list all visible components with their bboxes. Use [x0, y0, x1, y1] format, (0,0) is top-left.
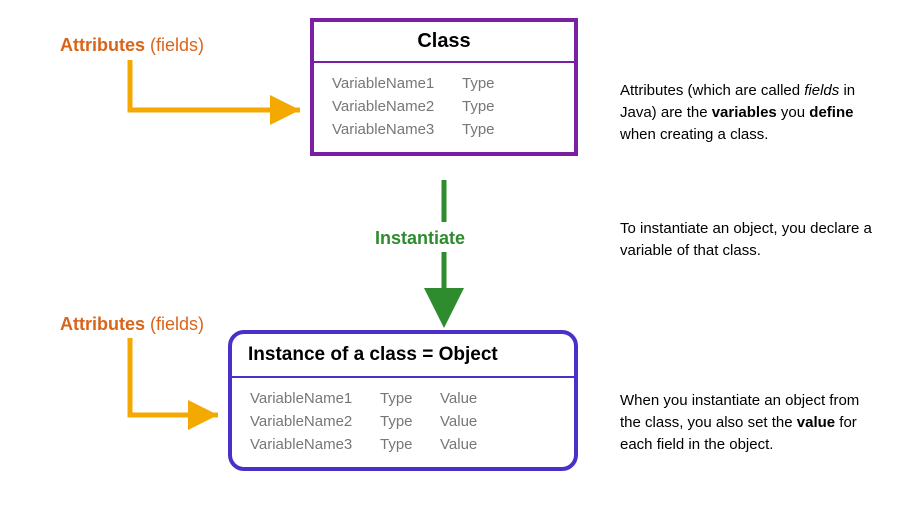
object-box: Instance of a class = Object VariableNam… [228, 330, 578, 471]
expl-text: you [777, 104, 810, 121]
var-name: VariableName3 [250, 436, 380, 453]
var-value: Value [440, 436, 500, 453]
var-type: Type [380, 390, 440, 407]
var-type: Type [380, 413, 440, 430]
table-row: VariableName3 Type Value [250, 436, 556, 453]
arrow-icon [130, 338, 218, 415]
expl-text: value [797, 414, 835, 431]
expl-text: define [809, 104, 853, 121]
fields-text: (fields) [150, 314, 204, 334]
expl-text: Attributes (which are called [620, 82, 804, 99]
object-title-a: Instance of a class [248, 344, 417, 365]
explanation-object: When you instantiate an object from the … [620, 390, 880, 455]
attributes-label-bottom: Attributes (fields) [60, 314, 204, 335]
table-row: VariableName1 Type [332, 75, 556, 92]
class-body: VariableName1 Type VariableName2 Type Va… [314, 63, 574, 152]
var-name: VariableName1 [332, 75, 462, 92]
object-title-eq: = [417, 344, 439, 365]
table-row: VariableName2 Type Value [250, 413, 556, 430]
var-value: Value [440, 413, 500, 430]
var-type: Type [462, 98, 522, 115]
var-name: VariableName2 [332, 98, 462, 115]
explanation-attributes: Attributes (which are called fields in J… [620, 80, 880, 145]
attributes-label-top: Attributes (fields) [60, 35, 204, 56]
expl-text: variables [712, 104, 777, 121]
object-body: VariableName1 Type Value VariableName2 T… [232, 378, 574, 467]
attributes-text: Attributes [60, 35, 150, 55]
arrow-icon [130, 60, 300, 110]
expl-text: when creating a class. [620, 126, 768, 143]
var-type: Type [462, 121, 522, 138]
object-title-b: Object [439, 344, 498, 365]
var-name: VariableName1 [250, 390, 380, 407]
attributes-text: Attributes [60, 314, 150, 334]
var-value: Value [440, 390, 500, 407]
table-row: VariableName1 Type Value [250, 390, 556, 407]
var-name: VariableName2 [250, 413, 380, 430]
explanation-instantiate: To instantiate an object, you declare a … [620, 218, 880, 262]
fields-text: (fields) [150, 35, 204, 55]
var-type: Type [380, 436, 440, 453]
object-title: Instance of a class = Object [232, 334, 574, 378]
var-type: Type [462, 75, 522, 92]
class-title: Class [314, 22, 574, 63]
expl-text: fields [804, 82, 839, 99]
table-row: VariableName2 Type [332, 98, 556, 115]
class-box: Class VariableName1 Type VariableName2 T… [310, 18, 578, 156]
var-name: VariableName3 [332, 121, 462, 138]
instantiate-label: Instantiate [375, 228, 465, 249]
table-row: VariableName3 Type [332, 121, 556, 138]
